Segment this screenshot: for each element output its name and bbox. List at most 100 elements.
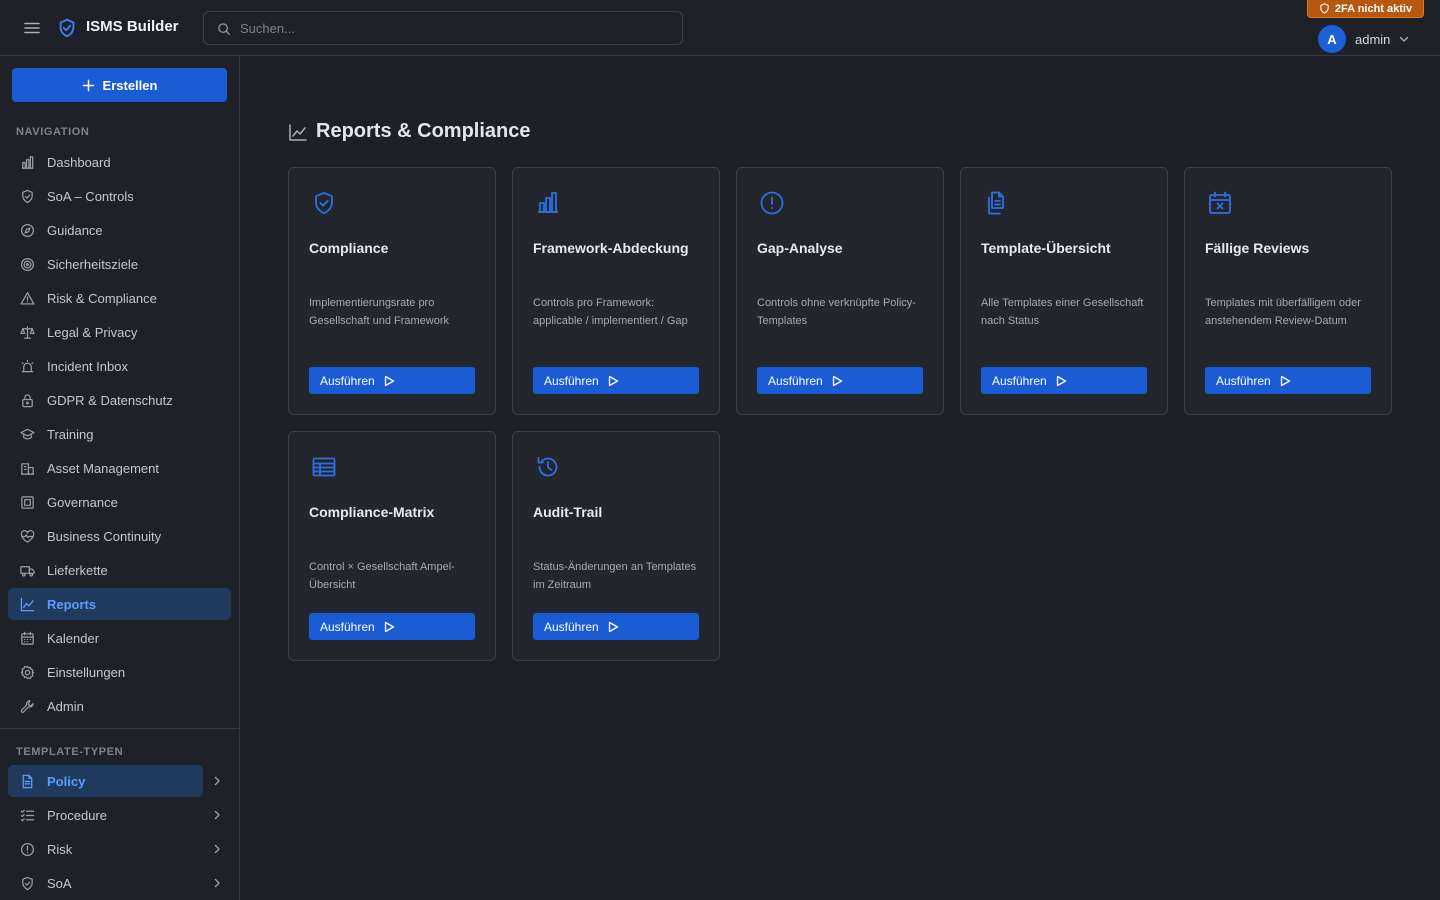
graduation-cap-icon bbox=[20, 427, 35, 442]
hamburger-menu-icon[interactable] bbox=[22, 18, 42, 38]
target-icon bbox=[20, 257, 35, 272]
card-description: Implementierungsrate pro Gesellschaft un… bbox=[309, 297, 449, 327]
template-section-title: TEMPLATE-TYPEN bbox=[16, 746, 124, 758]
sidebar-item-label: Admin bbox=[47, 698, 84, 714]
sidebar-item-label: Risk bbox=[47, 841, 73, 857]
sidebar-item-gdpr-datenschutz[interactable]: GDPR & Datenschutz bbox=[8, 384, 231, 416]
avatar[interactable]: A bbox=[1318, 25, 1346, 53]
run-button-label: Ausführen bbox=[992, 373, 1047, 388]
report-card-audit-trail: Audit-Trail Status-Änderungen an Templat… bbox=[512, 431, 720, 661]
sidebar-item-label: Legal & Privacy bbox=[47, 324, 138, 340]
sidebar-item-dashboard[interactable]: Dashboard bbox=[8, 146, 231, 178]
chevron-right-icon[interactable] bbox=[211, 775, 223, 787]
chevron-down-icon[interactable] bbox=[1398, 33, 1410, 45]
sidebar-item-policy[interactable]: Policy bbox=[8, 765, 203, 797]
sidebar-item-label: Lieferkette bbox=[47, 562, 108, 578]
sidebar-item-label: SoA bbox=[47, 875, 72, 891]
sidebar-item-label: Reports bbox=[47, 596, 97, 612]
sidebar-item-business-continuity[interactable]: Business Continuity bbox=[8, 520, 231, 552]
card-title: Audit-Trail bbox=[533, 504, 603, 520]
sidebar-item-procedure[interactable]: Procedure bbox=[8, 799, 203, 831]
bar-chart-icon bbox=[20, 155, 35, 170]
twofa-warning-badge[interactable]: 2FA nicht aktiv bbox=[1307, 0, 1424, 18]
sidebar-item-kalender[interactable]: Kalender bbox=[8, 622, 231, 654]
sidebar-divider bbox=[0, 728, 239, 729]
sidebar-item-label: Dashboard bbox=[47, 154, 111, 170]
sidebar-item-training[interactable]: Training bbox=[8, 418, 231, 450]
lock-icon bbox=[20, 393, 35, 408]
card-title: Compliance-Matrix bbox=[309, 504, 435, 520]
user-menu[interactable]: A admin bbox=[1318, 24, 1410, 54]
sidebar-item-soa-controls[interactable]: SoA – Controls bbox=[8, 180, 231, 212]
run-button[interactable]: Ausführen bbox=[309, 613, 475, 640]
play-icon bbox=[607, 621, 619, 633]
sidebar-item-lieferkette[interactable]: Lieferkette bbox=[8, 554, 231, 586]
sidebar-item-label: Asset Management bbox=[47, 460, 160, 476]
report-card-compliance: Compliance Implementierungsrate pro Gese… bbox=[288, 167, 496, 415]
card-description: Templates mit überfälligem oder anstehen… bbox=[1205, 297, 1361, 327]
plus-icon bbox=[82, 79, 95, 92]
card-description: Controls ohne verknüpfte Policy-Template… bbox=[757, 297, 916, 327]
card-title: Compliance bbox=[309, 240, 389, 256]
table-icon bbox=[311, 454, 337, 480]
play-icon bbox=[383, 375, 395, 387]
run-button[interactable]: Ausführen bbox=[533, 367, 699, 394]
truck-icon bbox=[20, 563, 35, 578]
page-title: Reports & Compliance bbox=[316, 120, 531, 142]
sidebar-item-label: Guidance bbox=[47, 222, 103, 238]
sidebar-item-risk[interactable]: Risk bbox=[8, 833, 203, 865]
sidebar-item-legal-privacy[interactable]: Legal & Privacy bbox=[8, 316, 231, 348]
document-icon bbox=[20, 774, 35, 789]
search-icon bbox=[217, 22, 231, 36]
search-input[interactable] bbox=[240, 12, 670, 44]
sidebar-item-label: SoA – Controls bbox=[47, 188, 134, 204]
sidebar-item-soa[interactable]: SoA bbox=[8, 867, 203, 899]
sidebar-item-label: Kalender bbox=[47, 630, 100, 646]
sidebar-item-label: Training bbox=[47, 426, 94, 442]
shield-check-icon bbox=[20, 876, 35, 891]
calendar-x-icon bbox=[1207, 190, 1233, 216]
shield-check-icon bbox=[20, 189, 35, 204]
file-scan-icon bbox=[20, 495, 35, 510]
card-title: Template-Übersicht bbox=[981, 240, 1111, 256]
chevron-right-icon[interactable] bbox=[211, 809, 223, 821]
play-icon bbox=[831, 375, 843, 387]
scale-icon bbox=[20, 325, 35, 340]
alert-circle-icon bbox=[759, 190, 785, 216]
sidebar-item-asset-management[interactable]: Asset Management bbox=[8, 452, 231, 484]
chevron-right-icon[interactable] bbox=[211, 843, 223, 855]
sidebar-item-sicherheitsziele[interactable]: Sicherheitsziele bbox=[8, 248, 231, 280]
run-button[interactable]: Ausführen bbox=[309, 367, 475, 394]
top-bar: ISMS Builder 2FA nicht aktiv A admin bbox=[0, 0, 1440, 56]
username[interactable]: admin bbox=[1355, 32, 1390, 47]
sidebar-item-risk-compliance[interactable]: Risk & Compliance bbox=[8, 282, 231, 314]
calendar-icon bbox=[20, 631, 35, 646]
heart-pulse-icon bbox=[20, 529, 35, 544]
card-title: Gap-Analyse bbox=[757, 240, 843, 256]
sidebar-item-admin[interactable]: Admin bbox=[8, 690, 231, 722]
create-button[interactable]: Erstellen bbox=[12, 68, 227, 102]
play-icon bbox=[383, 621, 395, 633]
warning-triangle-icon bbox=[20, 291, 35, 306]
sidebar-item-reports[interactable]: Reports bbox=[8, 588, 231, 620]
sidebar-item-guidance[interactable]: Guidance bbox=[8, 214, 231, 246]
run-button-label: Ausführen bbox=[768, 373, 823, 388]
search-box[interactable] bbox=[203, 11, 683, 45]
sidebar-item-incident-inbox[interactable]: Incident Inbox bbox=[8, 350, 231, 382]
sidebar-item-einstellungen[interactable]: Einstellungen bbox=[8, 656, 231, 688]
run-button[interactable]: Ausführen bbox=[533, 613, 699, 640]
page-header: Reports & Compliance bbox=[288, 120, 530, 143]
sidebar-item-governance[interactable]: Governance bbox=[8, 486, 231, 518]
run-button[interactable]: Ausführen bbox=[981, 367, 1147, 394]
sidebar-item-label: Risk & Compliance bbox=[47, 290, 157, 306]
run-button[interactable]: Ausführen bbox=[1205, 367, 1371, 394]
run-button-label: Ausführen bbox=[544, 373, 599, 388]
buildings-icon bbox=[20, 461, 35, 476]
chevron-right-icon[interactable] bbox=[211, 877, 223, 889]
gear-icon bbox=[20, 665, 35, 680]
sidebar-item-label: Incident Inbox bbox=[47, 358, 128, 374]
alert-circle-icon bbox=[20, 842, 35, 857]
app-title[interactable]: ISMS Builder bbox=[86, 18, 179, 35]
run-button[interactable]: Ausführen bbox=[757, 367, 923, 394]
card-description: Control × Gesellschaft Ampel-Übersicht bbox=[309, 561, 455, 591]
